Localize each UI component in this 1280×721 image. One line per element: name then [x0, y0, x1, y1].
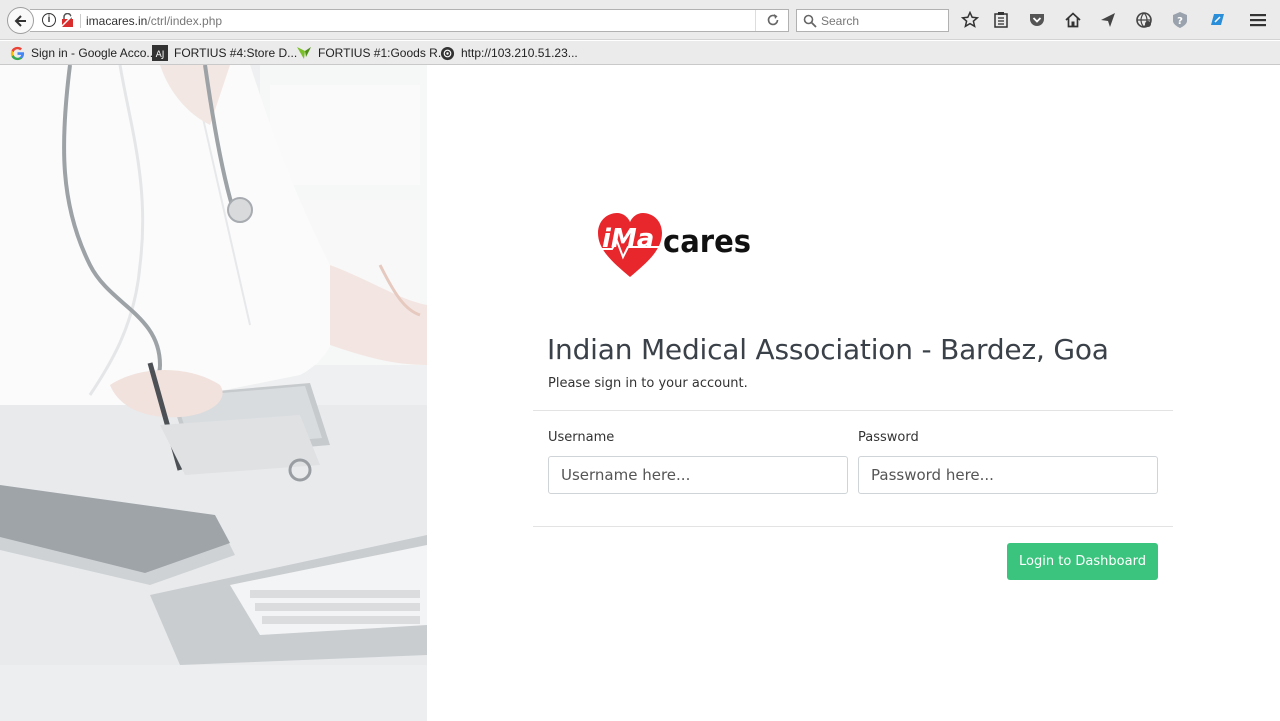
search-icon [803, 14, 817, 28]
imacares-logo: iMa cares [598, 213, 751, 277]
bookmark-label: FORTIUS #1:Goods R... [318, 46, 448, 60]
address-separator [80, 14, 81, 28]
browser-toolbar: i imacares.in/ctrl/index.php Search ? [0, 0, 1280, 40]
back-arrow-icon [14, 14, 26, 27]
aj-logo-icon: AJ [152, 45, 168, 61]
bookmarks-bar: Sign in - Google Acco... AJ FORTIUS #4:S… [0, 41, 1280, 65]
url-path: /ctrl/index.php [147, 14, 223, 28]
globe-icon [439, 45, 455, 61]
send-tab-icon[interactable] [1098, 10, 1118, 30]
logo-prefix-text: iMa [602, 224, 654, 254]
bookmark-label: FORTIUS #4:Store D... [174, 46, 298, 60]
svg-text:AJ: AJ [156, 50, 165, 60]
bookmark-item[interactable]: FORTIUS #1:Goods R... [296, 44, 448, 62]
search-input[interactable] [821, 12, 943, 29]
doctor-hero-image [0, 65, 427, 721]
divider [533, 410, 1173, 411]
password-input[interactable] [858, 456, 1158, 494]
username-label: Username [548, 430, 615, 445]
address-bar[interactable]: i imacares.in/ctrl/index.php [30, 9, 789, 32]
google-icon [9, 45, 25, 61]
back-button[interactable] [7, 7, 34, 34]
search-box[interactable] [796, 9, 949, 32]
home-icon[interactable] [1063, 10, 1083, 30]
username-input[interactable] [548, 456, 848, 494]
pocket-icon[interactable] [1027, 10, 1047, 30]
bookmark-label: Sign in - Google Acco... [31, 46, 157, 60]
svg-text:?: ? [1177, 16, 1183, 27]
page-title: Indian Medical Association - Bardez, Goa [547, 333, 1109, 366]
address-divider [755, 10, 756, 31]
info-icon[interactable]: i [42, 13, 56, 27]
logo-suffix-text: cares [663, 224, 751, 260]
doctor-illustration [0, 65, 427, 721]
bookmark-item[interactable]: AJ FORTIUS #4:Store D... [152, 44, 297, 62]
green-leaf-icon [296, 45, 312, 61]
bookmark-label: http://103.210.51.23... [461, 46, 578, 60]
extension-icon[interactable] [1207, 10, 1227, 30]
insecure-lock-icon[interactable] [61, 13, 74, 28]
url-host: imacares.in [86, 14, 148, 28]
login-page: iMa cares Indian Medical Association - B… [0, 65, 1280, 721]
login-button[interactable]: Login to Dashboard [1007, 543, 1158, 580]
password-label: Password [858, 430, 919, 445]
url-text[interactable]: imacares.in/ctrl/index.php [86, 14, 222, 28]
help-icon[interactable]: ? [1170, 10, 1190, 30]
bookmark-item[interactable]: http://103.210.51.23... [439, 44, 578, 62]
vpn-globe-icon[interactable] [1134, 10, 1154, 30]
reading-list-icon[interactable] [991, 10, 1011, 30]
reload-icon[interactable] [766, 13, 780, 27]
bookmark-item[interactable]: Sign in - Google Acco... [9, 44, 156, 62]
page-subtitle: Please sign in to your account. [548, 376, 748, 391]
bookmark-star-icon[interactable] [960, 10, 980, 30]
menu-hamburger-icon[interactable] [1248, 10, 1268, 30]
divider [533, 526, 1173, 527]
